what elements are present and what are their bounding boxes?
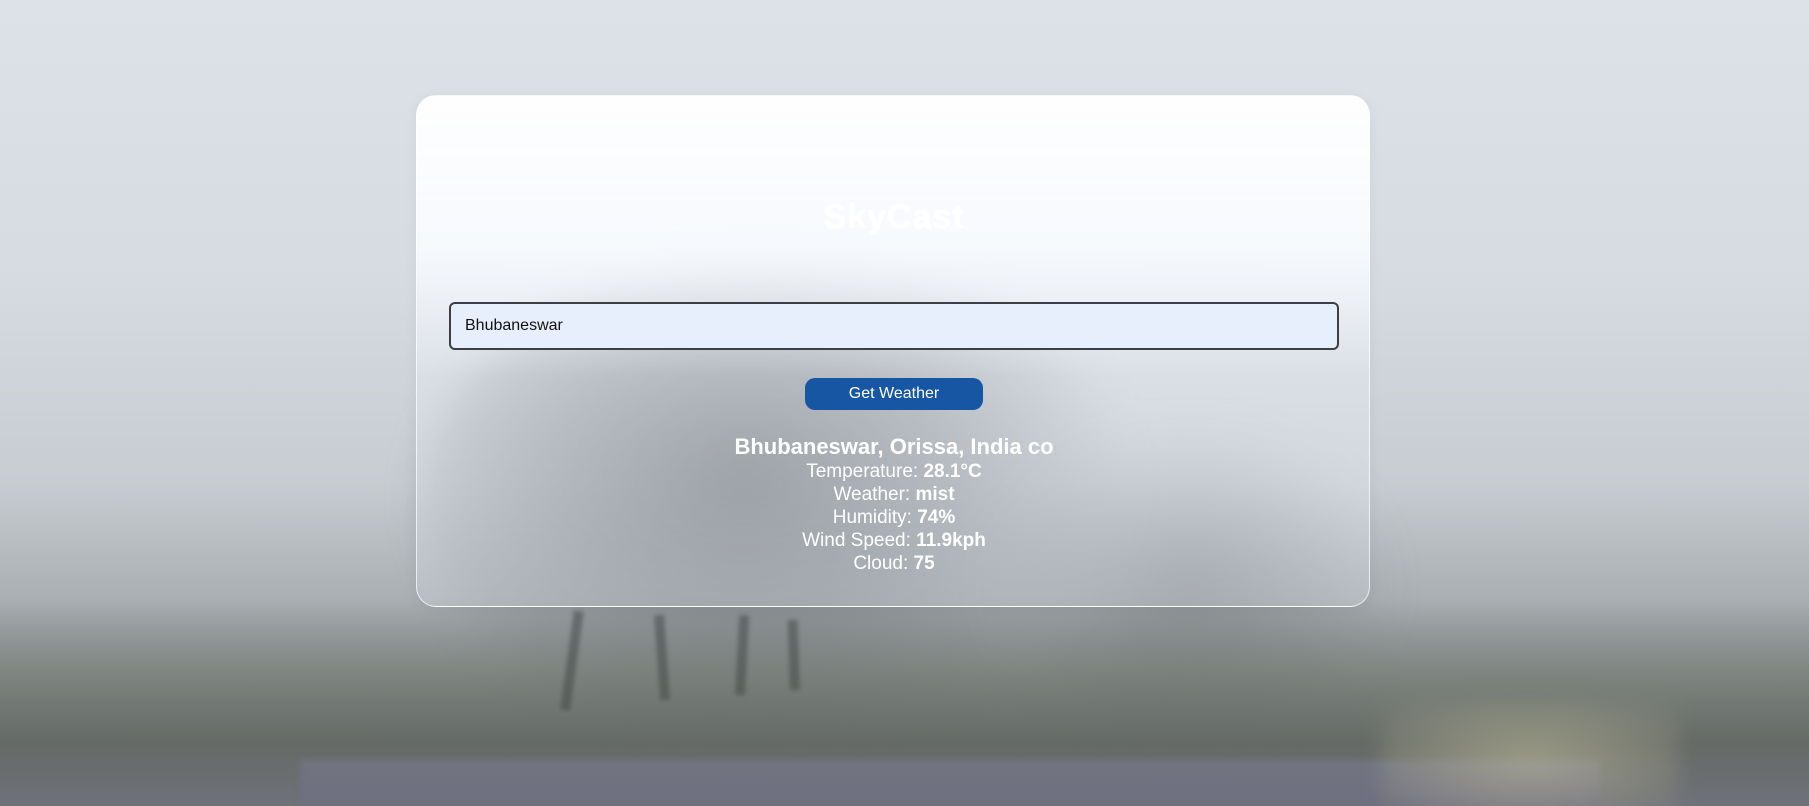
temperature-value: 28.1°C xyxy=(923,461,982,482)
background-scene: SkyCast Get Weather Bhubaneswar, Orissa,… xyxy=(0,0,1809,806)
weather-value: mist xyxy=(915,484,955,505)
weather-row: Weather: mist xyxy=(417,483,1369,506)
humidity-row: Humidity: 74% xyxy=(417,506,1369,529)
humidity-value: 74% xyxy=(917,507,956,528)
temperature-label: Temperature: xyxy=(806,461,924,482)
city-search-input[interactable] xyxy=(449,302,1339,350)
cloud-label: Cloud: xyxy=(853,553,914,574)
wind-speed-row: Wind Speed: 11.9kph xyxy=(417,529,1369,552)
cloud-value: 75 xyxy=(913,553,935,574)
wind-speed-label: Wind Speed: xyxy=(802,530,917,551)
get-weather-button[interactable]: Get Weather xyxy=(805,378,983,410)
cloud-row: Cloud: 75 xyxy=(417,552,1369,575)
wind-speed-value: 11.9kph xyxy=(916,530,986,551)
humidity-label: Humidity: xyxy=(832,507,918,528)
weather-result: Bhubaneswar, Orissa, India co Temperatur… xyxy=(417,434,1369,575)
weather-card: SkyCast Get Weather Bhubaneswar, Orissa,… xyxy=(416,95,1370,607)
weather-label: Weather: xyxy=(833,484,916,505)
app-title: SkyCast xyxy=(823,198,965,236)
temperature-row: Temperature: 28.1°C xyxy=(417,460,1369,483)
road-glow xyxy=(1380,700,1680,806)
location-heading: Bhubaneswar, Orissa, India co xyxy=(734,434,1054,459)
